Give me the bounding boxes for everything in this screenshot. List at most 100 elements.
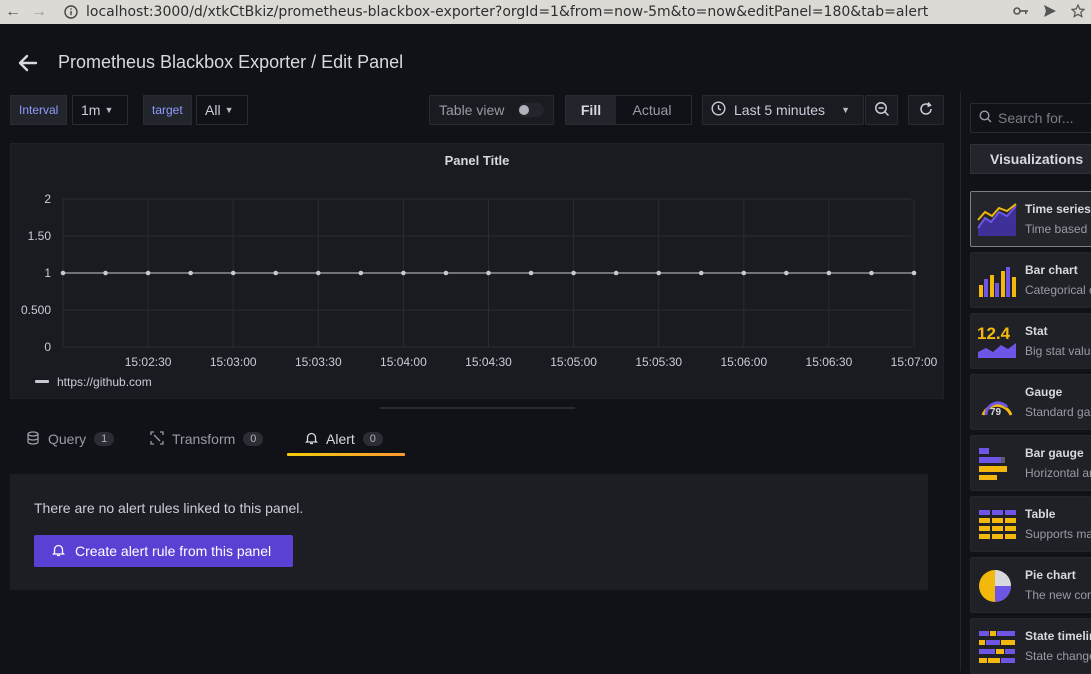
interval-select[interactable]: 1m ▼ [72, 95, 128, 125]
tab-query[interactable]: Query 1 [26, 424, 115, 454]
bar-chart-icon [979, 267, 1016, 297]
no-alert-rules-message: There are no alert rules linked to this … [34, 500, 304, 516]
vis-item-bar-gauge[interactable]: Bar gauge Horizontal and vertical gauges [970, 435, 1091, 491]
vis-item-name: Table [1025, 507, 1056, 521]
data-point [784, 270, 789, 276]
fill-actual-group: Fill Actual [565, 95, 692, 125]
resize-handle[interactable] [380, 407, 575, 409]
clock-icon [711, 101, 726, 119]
time-range-label: Last 5 minutes [734, 102, 826, 118]
data-point [741, 270, 747, 276]
tab-alert-label: Alert [326, 431, 355, 447]
time-range-picker[interactable]: Last 5 minutes ▼ [702, 95, 864, 125]
address-field[interactable]: localhost:3000/d/xtkCtBkiz/prometheus-bl… [86, 4, 928, 20]
y-tick-label: 1.50 [28, 229, 52, 243]
chevron-down-icon: ▼ [224, 105, 234, 115]
vis-item-name: Time series [1025, 202, 1091, 216]
pie-chart-icon [979, 570, 1011, 602]
y-tick-label: 0.500 [21, 303, 51, 317]
key-icon[interactable] [1013, 4, 1029, 20]
data-point [826, 270, 832, 276]
gauge-icon: 79 [981, 401, 1013, 418]
data-point [401, 270, 406, 276]
y-tick-label: 0 [44, 340, 51, 354]
vis-item-desc: Time based line, area and bar charts [1025, 222, 1091, 236]
search-icon [979, 110, 992, 126]
zoom-out-button[interactable] [865, 95, 898, 125]
vis-item-desc: The new core pie chart visualization [1025, 588, 1091, 602]
table-view-toggle[interactable]: Table view [429, 95, 554, 125]
data-point [145, 270, 151, 276]
variable-label-interval: Interval [10, 95, 68, 125]
browser-forward-icon[interactable]: → [26, 3, 52, 21]
actual-button[interactable]: Actual [616, 96, 688, 124]
tab-transform[interactable]: Transform 0 [150, 424, 264, 454]
page-title: Prometheus Blackbox Exporter / Edit Pane… [58, 52, 404, 72]
vis-item-gauge[interactable]: 79 Gauge Standard gauge visualization [970, 374, 1091, 430]
alert-section: There are no alert rules linked to this … [10, 474, 928, 590]
zoom-out-icon [874, 101, 890, 120]
x-tick-label: 15:03:30 [295, 355, 342, 369]
target-select[interactable]: All ▼ [196, 95, 248, 125]
toggle-switch[interactable] [518, 103, 545, 117]
browser-url-bar: ← → localhost:3000/d/xtkCtBkiz/prometheu… [0, 0, 1091, 24]
stat-icon: 12.4 [977, 324, 1016, 358]
data-point [698, 270, 704, 276]
chevron-down-icon: ▼ [104, 105, 114, 115]
x-tick-label: 15:06:00 [720, 355, 767, 369]
bell-icon [51, 543, 66, 560]
refresh-button[interactable] [908, 95, 944, 125]
table-view-label: Table view [439, 102, 505, 118]
legend-swatch [35, 380, 49, 383]
vis-item-state-timeline[interactable]: State timeline State changes and duratio… [970, 618, 1091, 674]
active-tab-indicator [287, 453, 405, 456]
tab-transform-label: Transform [172, 431, 236, 447]
vis-item-time-series[interactable]: Time series Time based line, area and ba… [970, 191, 1091, 247]
svg-text:12.4: 12.4 [977, 324, 1011, 343]
fill-button[interactable]: Fill [566, 96, 616, 124]
x-tick-label: 15:07:00 [891, 355, 938, 369]
vis-item-name: Bar gauge [1025, 446, 1084, 460]
data-point [613, 270, 619, 276]
interval-value: 1m [81, 102, 101, 118]
visualization-search-input[interactable]: Search for... [970, 103, 1091, 133]
data-point [486, 270, 491, 276]
data-point [911, 270, 917, 276]
vis-item-table[interactable]: Table Supports many column styles [970, 496, 1091, 552]
vis-item-desc: Supports many column styles [1025, 527, 1091, 541]
data-point [103, 270, 108, 276]
x-tick-label: 15:05:00 [550, 355, 597, 369]
tab-alert[interactable]: Alert 0 [304, 424, 383, 454]
y-tick-label: 2 [44, 192, 51, 206]
visualizations-tab[interactable]: Visualizations [970, 144, 1091, 174]
send-icon[interactable] [1043, 4, 1057, 21]
bell-icon [304, 431, 319, 448]
vis-item-bar-chart[interactable]: Bar chart Categorical charts with group … [970, 252, 1091, 308]
back-arrow-icon[interactable] [16, 51, 40, 75]
create-alert-rule-label: Create alert rule from this panel [75, 543, 272, 559]
browser-back-icon[interactable]: ← [0, 3, 26, 21]
vis-item-pie-chart[interactable]: Pie chart The new core pie chart visuali… [970, 557, 1091, 613]
panel-preview: Panel Title 0 0.500 1 1.50 2 15:02:30 15:03:00… [10, 143, 944, 399]
data-point [316, 270, 321, 276]
x-tick-label: 15:04:00 [380, 355, 427, 369]
data-point [869, 270, 874, 276]
table-icon [979, 510, 1016, 539]
vis-item-name: Stat [1025, 324, 1048, 338]
variable-label-target: target [143, 95, 192, 125]
vis-item-stat[interactable]: 12.4 Stat Big stat values & sparklines [970, 313, 1091, 369]
x-tick-label: 15:04:30 [465, 355, 512, 369]
bookmark-star-icon[interactable] [1070, 3, 1086, 21]
svg-text:79: 79 [990, 407, 1002, 418]
data-point [188, 270, 193, 276]
vis-item-name: State timeline [1025, 629, 1091, 643]
vis-item-name: Gauge [1025, 385, 1063, 399]
search-placeholder: Search for... [998, 110, 1074, 126]
x-tick-label: 15:03:00 [210, 355, 257, 369]
visualization-picker: Search for... Visualizations Time series… [960, 92, 1091, 674]
refresh-icon [918, 101, 934, 120]
tab-query-count: 1 [94, 432, 115, 446]
bar-gauge-icon [979, 448, 1007, 480]
site-info-icon[interactable] [62, 5, 80, 19]
create-alert-rule-button[interactable]: Create alert rule from this panel [34, 535, 293, 567]
